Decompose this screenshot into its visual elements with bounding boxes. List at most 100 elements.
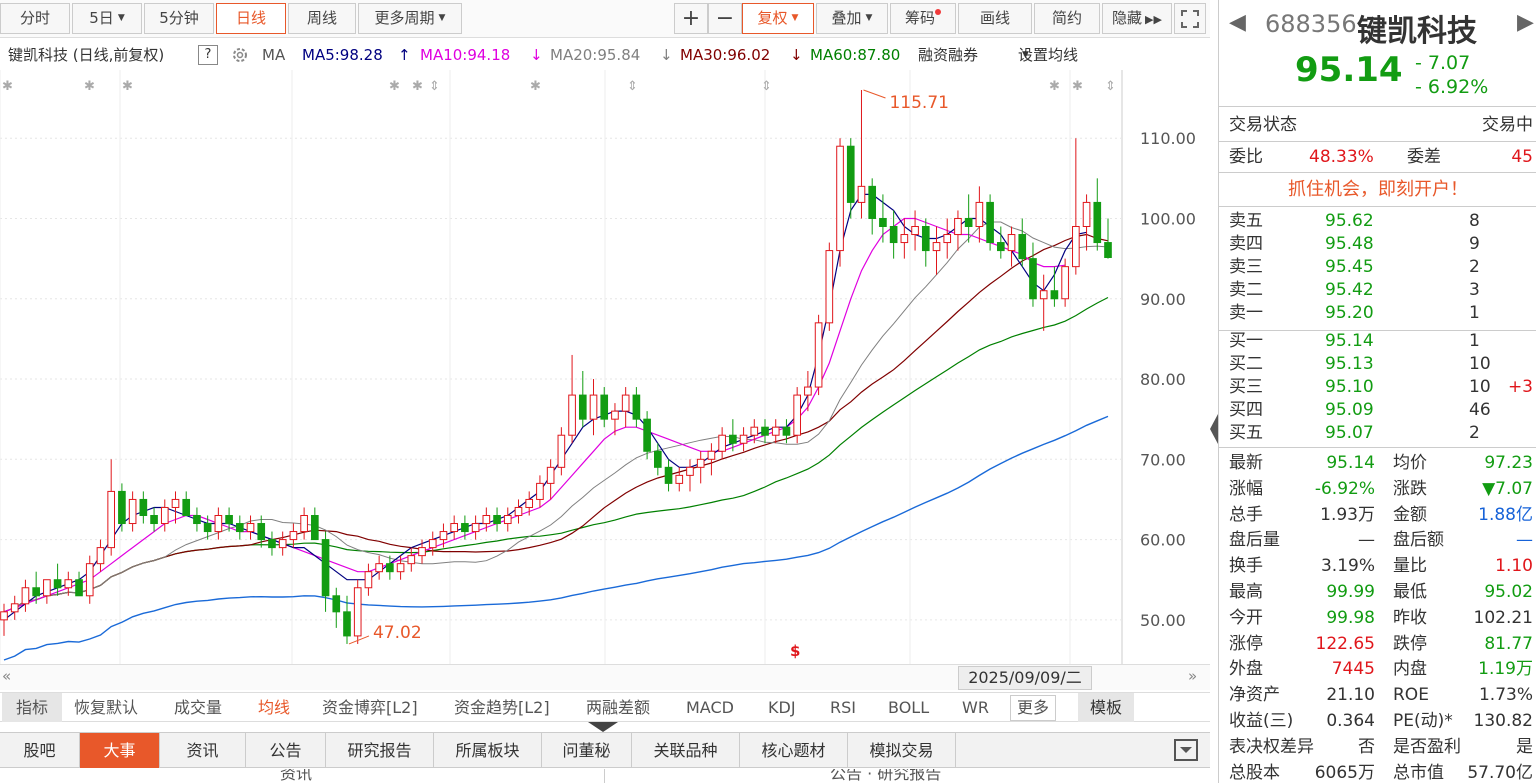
stat-label: 盘后额 [1393,530,1444,551]
bid-volume: 2 [1469,423,1480,443]
tab-research[interactable]: 研究报告 [326,733,434,768]
open-account-link[interactable]: 抓住机会，即刻开户！ [1219,177,1536,203]
stat-label: 昨收 [1393,607,1427,628]
indicator-rsi[interactable]: RSI [830,693,856,722]
stat-label: 均价 [1393,453,1427,473]
collapse-handle-icon[interactable] [588,722,618,732]
stat-label: 内盘 [1393,659,1427,680]
period-weekly[interactable]: 周线 [288,3,356,34]
candle-body [825,250,834,324]
download-icon[interactable] [1174,739,1198,765]
ask-orderbook: 卖五 95.62 8 卖四 95.48 9 卖三 95.45 2 卖二 95.42 3 卖一 95.20 1 [1219,210,1536,330]
indicator-margin-diff[interactable]: 两融差额 [586,693,650,722]
indicator-volume[interactable]: 成交量 [174,693,222,722]
hide-button[interactable]: 隐藏 ▶▶ [1102,3,1172,34]
candle-body [879,217,887,228]
candle-body [64,579,73,589]
candle-body [32,587,40,597]
scroll-right-icon[interactable]: » [1188,667,1197,685]
stat-row: 换手 3.19% 量比 1.10 [1229,555,1533,578]
period-daily[interactable]: 日线 [216,3,286,34]
indicator-more-button[interactable]: 更多 [1010,695,1057,721]
tab-core-themes[interactable]: 核心题材 [740,733,848,768]
tab-announcements[interactable]: 公告 [246,733,326,768]
indicator-wr[interactable]: WR [962,693,989,722]
scroll-left-icon[interactable]: « [2,667,11,685]
tab-sim-trade[interactable]: 模拟交易 [848,733,956,768]
ask-row: 卖三 95.45 2 [1229,256,1533,279]
stat-value: 1.10 [1495,556,1533,577]
chevron-down-icon: ▼ [865,13,873,23]
candle-body [107,490,116,549]
bid-level-label: 买五 [1229,423,1263,443]
ma30-line [3,233,1109,613]
indicator-kdj[interactable]: KDJ [768,693,796,722]
stat-row: 净资产 21.10 ROE 1.73% [1229,684,1533,707]
info-tabs: 股吧 大事 资讯 公告 研究报告 所属板块 问董秘 关联品种 核心题材 模拟交易 [0,732,1210,768]
indicator-reset[interactable]: 恢复默认 [74,693,138,722]
draw-line-button[interactable]: 画线 [958,3,1032,34]
candle-body [75,579,83,597]
period-more[interactable]: 更多周期 ▼ [358,3,462,34]
indicator-ma[interactable]: 均线 [258,693,290,722]
weibi-row: 委比 48.33% 委差 45 [1229,146,1533,169]
tab-events[interactable]: 大事 [80,733,160,768]
ask-price: 95.45 [1325,257,1374,277]
chips-button[interactable]: 筹码 [890,3,956,34]
period-intraday[interactable]: 分时 [0,3,70,34]
stat-label: 最新 [1229,453,1263,473]
stat-row: 涨幅 -6.92% 涨跌 ▼7.07 [1229,478,1533,501]
candle-body [996,242,1005,252]
stat-value: — [1516,530,1533,551]
candle-body [546,466,555,484]
indicator-boll[interactable]: BOLL [888,693,929,722]
prev-stock-icon[interactable]: ◀ [1229,10,1246,35]
stat-row: 最新 95.14 均价 97.23 [1229,452,1533,475]
margin-link[interactable]: 融资融券 [918,40,978,70]
ask-volume: 9 [1469,234,1480,254]
candle-body [1082,201,1091,228]
zoom-in-button[interactable]: + [674,3,708,34]
indicator-fund-game[interactable]: 资金博弈[L2] [322,693,418,722]
chart-scrollbar[interactable]: « 2025/09/09/二 » [0,664,1210,690]
chips-label: 筹码 [904,9,935,27]
indicator-bar: 指标 恢复默认 成交量 均线 资金博弈[L2] 资金趋势[L2] 两融差额 MA… [0,692,1210,722]
stat-row: 总股本 6065万 总市值 57.70亿 [1229,762,1533,783]
stat-value: 102.21 [1473,607,1533,628]
stat-value: ▼7.07 [1482,478,1533,499]
candle-body [1029,258,1037,300]
candle-body [300,515,308,533]
period-5min[interactable]: 5分钟 [144,3,214,34]
tab-news[interactable]: 资讯 [160,733,246,768]
bid-row: 买一 95.14 1 [1229,330,1533,353]
tab-guba[interactable]: 股吧 [0,733,80,768]
next-stock-icon[interactable]: ▶ [1517,10,1534,35]
footer-partial: 资讯 公告 · 研究报告 [0,769,1210,783]
zoom-out-button[interactable]: − [708,3,742,34]
period-5day[interactable]: 5日 ▼ [72,3,142,34]
arrow-down-icon: ↓ [790,46,803,64]
ask-volume: 3 [1469,280,1480,300]
indicator-fund-trend[interactable]: 资金趋势[L2] [454,693,550,722]
ask-level-label: 卖二 [1229,280,1263,300]
simple-button[interactable]: 简约 [1034,3,1100,34]
stat-label: 最高 [1229,582,1263,602]
candle-body [1050,290,1059,300]
tab-related[interactable]: 关联品种 [632,733,740,768]
indicator-macd[interactable]: MACD [686,693,734,722]
stat-value: 1.93万 [1320,504,1375,525]
template-button[interactable]: 模板 [1078,693,1134,722]
tab-sectors[interactable]: 所属板块 [434,733,542,768]
ask-volume: 8 [1469,211,1480,231]
kline-chart[interactable]: 110.00 100.00 90.00 80.00 70.00 60.00 50.00 ✱ ✱ ✱… [0,70,1210,665]
candle-body [589,394,598,420]
help-button[interactable]: ? [198,45,218,65]
tab-ask-secretary[interactable]: 问董秘 [542,733,632,768]
overlay-button[interactable]: 叠加 ▼ [816,3,888,34]
fuquan-button[interactable]: 复权 ▼ [742,3,814,34]
collapse-right-panel-icon[interactable] [1210,414,1218,444]
ask-row: 卖四 95.48 9 [1229,233,1533,256]
fullscreen-button[interactable] [1174,3,1206,34]
candle-body [386,563,394,573]
candle-body [814,322,823,388]
